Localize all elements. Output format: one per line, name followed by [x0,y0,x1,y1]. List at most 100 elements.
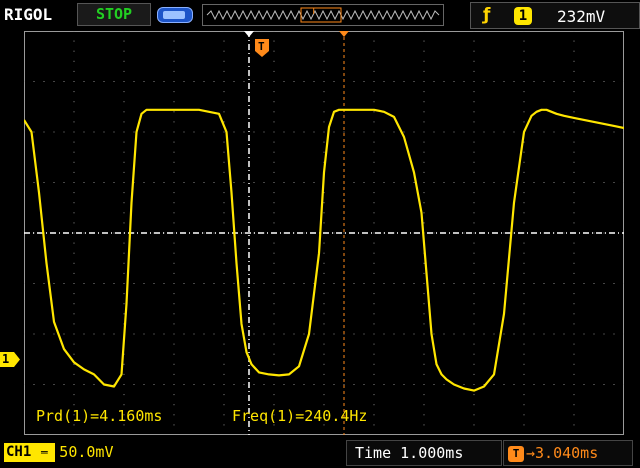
grid-dot [173,323,175,325]
grid-dot [443,131,445,133]
grid-dot [453,333,455,335]
grid-dot [573,171,575,173]
grid-dot [173,313,175,315]
grid-dot [73,394,75,396]
trigger-delay-display[interactable]: T →3.040ms [503,440,633,466]
grid-dot [453,283,455,284]
grid-dot [303,333,305,335]
grid-dot [473,313,475,315]
grid-dot [173,141,175,143]
grid-dot [523,70,525,72]
grid-dot [273,262,275,264]
grid-dot [433,333,435,335]
grid-dot [73,60,75,62]
grid-dot [523,50,525,52]
grid-dot [173,283,175,284]
grid-dot [273,81,275,82]
grid-dot [123,252,125,254]
grid-dot [503,81,505,82]
grid-dot [573,252,575,254]
grid-dot [173,303,175,305]
grid-dot [403,131,405,133]
grid-dot [423,303,425,305]
grid-dot [423,272,425,274]
grid-dot [183,182,185,183]
grid-dot [473,363,475,365]
grid-dot [503,384,505,385]
grid-dot [473,111,475,113]
grid-dot [493,283,495,284]
grid-dot [173,333,175,335]
channel-1-offset-marker[interactable]: 1 [0,352,20,367]
grid-dot [473,293,475,295]
grid-dot [503,232,505,234]
bottom-status-bar: CH1 ═ 50.0mV Time 1.000ms T →3.040ms [0,436,640,468]
grid-dot [73,161,75,163]
trigger-delay-icon: T [508,445,524,462]
channel-1-scale[interactable]: CH1 ═ 50.0mV [4,440,113,464]
grid-dot [373,252,375,254]
grid-dot [323,91,325,93]
grid-dot [223,81,225,82]
grid-dot [53,81,55,82]
grid-dot [273,222,275,224]
grid-dot [483,283,485,284]
grid-dot [373,353,375,355]
grid-dot [253,81,255,82]
grid-dot [63,81,65,82]
grid-dot [463,182,465,183]
grid-dot [393,81,395,82]
grid-dot [473,303,475,305]
grid-dot [173,384,175,385]
graticule: T [24,31,624,435]
grid-dot [273,202,275,204]
grid-dot [423,31,425,32]
grid-dot [233,182,235,183]
grid-dot [423,414,425,416]
grid-dot [223,323,225,325]
grid-dot [373,242,375,244]
grid-dot [173,60,175,62]
grid-dot [223,182,225,183]
grid-dot [473,353,475,355]
grid-dot [123,313,125,315]
grid-dot [183,81,185,82]
timebase-display[interactable]: Time 1.000ms [346,440,502,466]
grid-dot [173,121,175,123]
grid-dot [593,283,595,284]
grid-dot [113,131,115,133]
grid-dot [443,81,445,82]
grid-dot [223,252,225,254]
grid-dot [223,242,225,244]
grid-dot [353,81,355,82]
grid-dot [553,283,555,284]
grid-dot [373,313,375,315]
grid-dot [143,384,145,385]
grid-dot [473,242,475,244]
grid-dot [543,81,545,82]
grid-dot [593,131,595,133]
grid-dot [323,50,325,52]
grid-dot [623,131,624,133]
grid-dot [373,394,375,396]
grid-dot [213,283,215,284]
grid-dot [193,81,195,82]
grid-dot [573,283,575,284]
grid-dot [303,182,305,183]
trigger-settings[interactable]: ƒ 1 232mV [470,2,640,29]
grid-dot [323,252,325,254]
grid-dot [553,333,555,335]
run-stop-button[interactable]: STOP [77,3,151,26]
grid-dot [133,131,135,133]
grid-dot [433,232,435,234]
memory-waveform-overview[interactable]: T [202,4,444,26]
waveform-display[interactable]: T [24,31,624,435]
grid-dot [223,101,225,103]
grid-dot [573,31,575,32]
grid-dot [563,232,565,234]
grid-dot [223,343,225,345]
grid-dot [143,81,145,82]
grid-dot [483,131,485,133]
grid-dot [323,202,325,204]
grid-dot [73,91,75,93]
